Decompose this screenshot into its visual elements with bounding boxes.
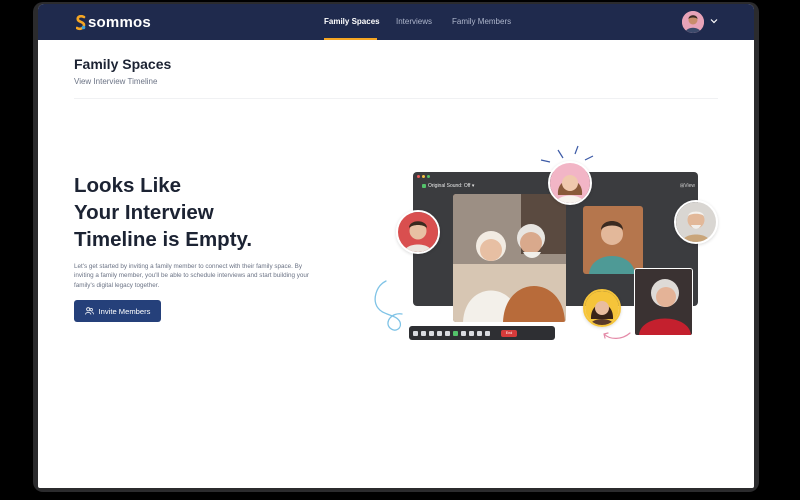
record-icon[interactable] <box>469 330 474 336</box>
laughing-woman-image <box>635 269 692 335</box>
window-controls <box>417 175 430 178</box>
camera-icon[interactable] <box>421 330 426 336</box>
girl-portrait-image <box>585 291 619 325</box>
teen-portrait-image <box>398 212 438 252</box>
headline-line: Your Interview <box>74 201 214 224</box>
call-toolbar: End <box>409 326 555 340</box>
participant-avatar-teen-left <box>396 210 440 254</box>
participant-avatar-woman-top <box>548 161 592 205</box>
chevron-down-icon[interactable] <box>710 17 718 25</box>
apps-icon[interactable] <box>477 330 482 336</box>
end-call-button[interactable]: End <box>501 329 517 337</box>
header-divider <box>74 98 718 99</box>
settings-icon[interactable] <box>485 330 490 336</box>
page-title: Family Spaces <box>74 56 172 72</box>
young-man-image <box>583 206 643 274</box>
tab-interviews[interactable]: Interviews <box>396 17 432 26</box>
brand-name: sommos <box>88 14 151 31</box>
woman-portrait-image <box>550 163 590 203</box>
participant-avatar-elder-right <box>674 200 718 244</box>
user-avatar[interactable] <box>682 11 704 33</box>
security-icon[interactable] <box>429 330 434 336</box>
avatar-icon <box>682 11 704 33</box>
tab-family-members[interactable]: Family Members <box>452 17 511 26</box>
share-screen-icon[interactable] <box>453 330 458 336</box>
doodle-curl-icon <box>374 280 403 331</box>
mic-icon[interactable] <box>413 330 418 336</box>
active-tab-indicator <box>324 38 377 40</box>
doodle-arrow-icon <box>603 332 631 339</box>
invite-members-label: Invite Members <box>98 306 151 316</box>
video-tile-laughing-woman <box>634 268 693 336</box>
view-toggle[interactable]: ⊞View <box>680 183 695 189</box>
elderly-couple-image <box>453 194 566 322</box>
users-icon <box>84 307 94 315</box>
tab-family-spaces[interactable]: Family Spaces <box>324 17 380 26</box>
invite-members-button[interactable]: Invite Members <box>74 300 161 322</box>
video-tile-young-man <box>583 206 643 274</box>
logo-mark-icon <box>75 14 86 31</box>
breadcrumb[interactable]: View Interview Timeline <box>74 77 157 86</box>
empty-state-headline: Looks Like Your Interview Timeline is Em… <box>74 172 374 253</box>
headline-line: Looks Like <box>74 174 182 197</box>
audio-status-label[interactable]: Original Sound: Off ▾ <box>422 183 474 189</box>
brand-logo[interactable]: sommos <box>75 14 151 31</box>
participants-icon[interactable] <box>437 330 442 336</box>
polls-icon[interactable] <box>461 330 466 336</box>
top-navbar: sommos Family Spaces Interviews Family M… <box>38 4 754 40</box>
headline-line: Timeline is Empty. <box>74 228 253 251</box>
app-screen: sommos Family Spaces Interviews Family M… <box>38 4 754 488</box>
elder-man-portrait-image <box>676 202 716 242</box>
participant-avatar-girl-bottom <box>583 289 621 327</box>
empty-state-description: Let's get started by inviting a family m… <box>74 263 310 289</box>
chat-icon[interactable] <box>445 330 450 336</box>
video-tile-main <box>453 194 566 322</box>
